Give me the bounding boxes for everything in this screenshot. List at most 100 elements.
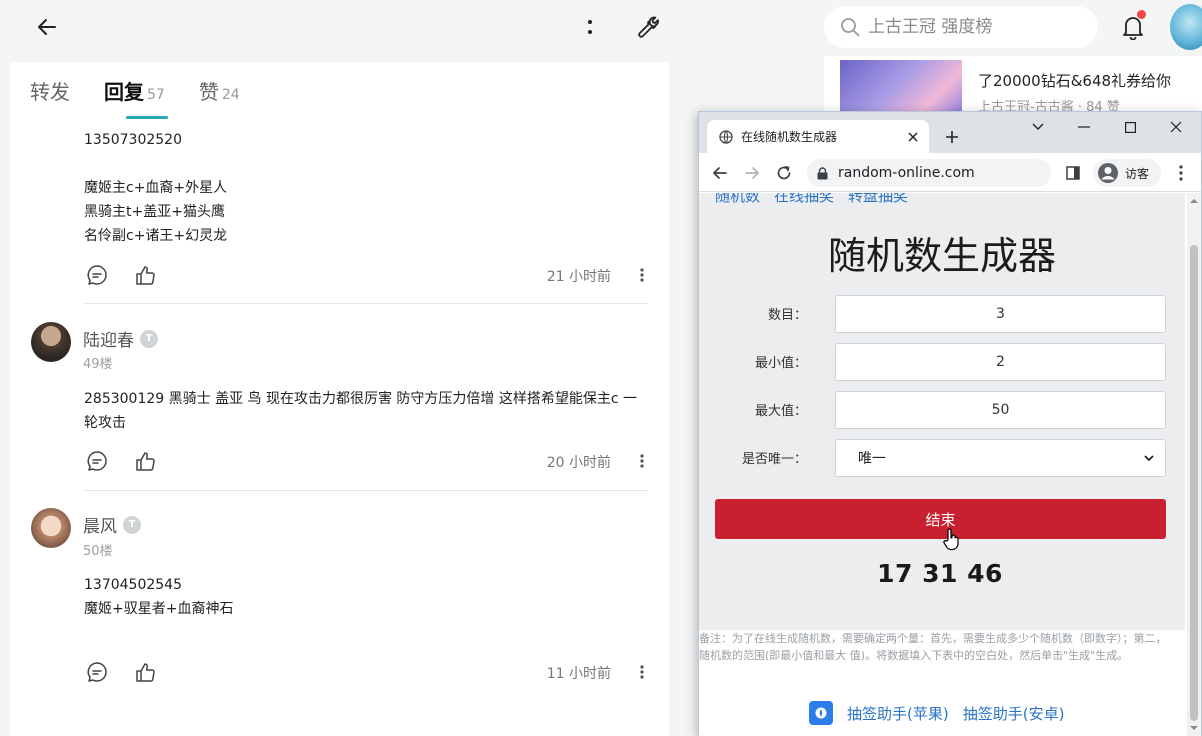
page-scrollbar[interactable] [1187,193,1201,736]
side-panel-icon [1066,166,1080,180]
browser-tab-title: 在线随机数生成器 [741,130,838,144]
notification-badge [1137,10,1146,19]
likes-count: 24 [221,87,240,103]
reload-button[interactable] [771,160,797,186]
commenter-name[interactable]: 晨风 T [83,512,141,537]
result-numbers: 17 31 46 [877,559,1003,588]
helper-link-android[interactable]: 抽签助手(安卓) [963,703,1065,724]
scroll-up-icon[interactable] [1190,197,1198,205]
user-avatar[interactable] [1170,4,1202,50]
page-title: 随机数生成器 [827,234,1056,278]
address-bar[interactable]: random-online.com [807,159,1051,187]
comment-text: 13507302520 魔姬主c+血裔+外星人 黑骑主t+盖亚+猫头鹰 名伶副c… [84,132,228,244]
comment-more-button[interactable] [636,659,648,685]
unique-row: 是否唯一： 唯一 [699,439,1185,477]
browser-menu-button[interactable] [1171,161,1191,185]
tab-search-button[interactable] [1015,112,1061,142]
notifications-button[interactable] [1118,10,1148,44]
scroll-thumb[interactable] [1190,245,1198,721]
unique-select[interactable]: 唯一 [835,439,1166,477]
chevron-down-icon [1032,123,1044,130]
count-row: 数目： [699,295,1185,333]
like-button[interactable] [132,659,158,685]
new-tab-button[interactable] [939,124,965,150]
count-label: 数目： [767,308,807,323]
commenter-avatar[interactable] [31,322,71,362]
chevron-down-icon [1144,455,1154,462]
helper-links: 抽签助手(苹果) 抽签助手(安卓) [809,701,1064,725]
scroll-down-icon[interactable] [1190,724,1198,732]
arrow-right-icon [745,167,759,179]
comment-divider [84,303,648,304]
post-panel: 转发 回复 57 赞 24 13507302520 魔姬主c+血裔+外星人 黑骑主t… [10,62,669,736]
globe-icon [719,129,733,144]
arrow-left-icon [713,167,727,179]
min-input[interactable] [835,343,1166,381]
more-vertical-icon [640,454,644,468]
lock-icon [817,166,828,179]
profile-button[interactable]: 访客 [1093,159,1161,187]
comment-actions: 11 小时前 [84,659,648,685]
comment-more-button[interactable] [636,262,648,288]
unique-label: 是否唯一： [741,452,807,467]
min-label: 最小值： [754,356,807,371]
back-nav-button[interactable] [707,160,733,186]
helper-link-ios[interactable]: 抽签助手(苹果) [847,703,949,724]
reload-icon [777,165,791,180]
generator-form: 随机数 在线抽奖 转盘抽奖 随机数生成器 数目： 最小值： 最大值： 是否唯一：… [699,193,1185,630]
more-vertical-icon [588,20,592,34]
thumbs-up-icon [136,663,155,682]
end-button[interactable]: 结束 [715,499,1166,539]
level-badge-icon: T [140,329,158,348]
search-input[interactable] [868,17,1078,37]
like-button[interactable] [132,448,158,474]
back-button[interactable] [32,12,62,42]
search-box[interactable] [824,6,1098,48]
tab-forward[interactable]: 转发 [30,76,70,105]
browser-tabstrip: 在线随机数生成器 [699,112,1201,153]
maximize-icon [1124,121,1136,133]
tab-replies[interactable]: 回复 57 [104,76,168,119]
close-window-button[interactable] [1153,112,1199,142]
top-bar [0,0,1202,56]
arrow-left-icon [38,19,56,35]
like-button[interactable] [132,262,158,288]
comment-icon [87,451,107,471]
hand-cursor-icon [943,528,959,551]
browser-window: 在线随机数生成器 random-online.com 访客 随机数 在线抽奖 转… [698,111,1202,736]
maximize-button[interactable] [1107,112,1153,142]
commenter-name[interactable]: 陆迎春 T [83,326,158,351]
nav-link-online-lottery[interactable]: 在线抽奖 [774,193,834,206]
note-text: 备注：为了在线生成随机数，需要确定两个量：首先，需要生成多少个随机数（即数字）；… [699,632,1167,662]
min-row: 最小值： [699,343,1185,381]
commenter-avatar[interactable] [31,508,71,548]
nav-link-random-number[interactable]: 随机数 [715,193,760,206]
thumbs-up-icon [136,452,155,471]
browser-tab[interactable]: 在线随机数生成器 [707,120,929,153]
max-row: 最大值： [699,391,1185,429]
address-url: random-online.com [838,165,975,181]
count-input[interactable] [835,295,1166,333]
reply-button[interactable] [84,448,110,474]
close-tab-button[interactable] [903,127,923,147]
nav-link-wheel-lottery[interactable]: 转盘抽奖 [848,193,908,206]
post-tabs: 转发 回复 57 赞 24 [30,76,274,119]
page-viewport: 随机数 在线抽奖 转盘抽奖 随机数生成器 数目： 最小值： 最大值： 是否唯一：… [699,193,1201,736]
comment-time: 21 小时前 [546,269,611,285]
forward-nav-button[interactable] [739,160,765,186]
more-options-button[interactable] [578,14,602,42]
comment-more-button[interactable] [636,448,648,474]
search-icon [841,18,860,37]
minimize-button[interactable] [1061,112,1107,142]
max-input[interactable] [835,391,1166,429]
comment-divider [84,490,648,491]
tools-button[interactable] [632,12,662,42]
feed-card[interactable]: 了20000钻石&648礼券给你 上古王冠-古古酱 · 84 赞 [824,56,1202,116]
comment-time: 11 小时前 [546,666,611,682]
side-panel-button[interactable] [1061,161,1085,185]
max-label: 最大值： [754,404,807,419]
reply-button[interactable] [84,659,110,685]
feed-thumbnail [840,60,962,116]
reply-button[interactable] [84,262,110,288]
tab-likes[interactable]: 赞 24 [199,76,240,105]
